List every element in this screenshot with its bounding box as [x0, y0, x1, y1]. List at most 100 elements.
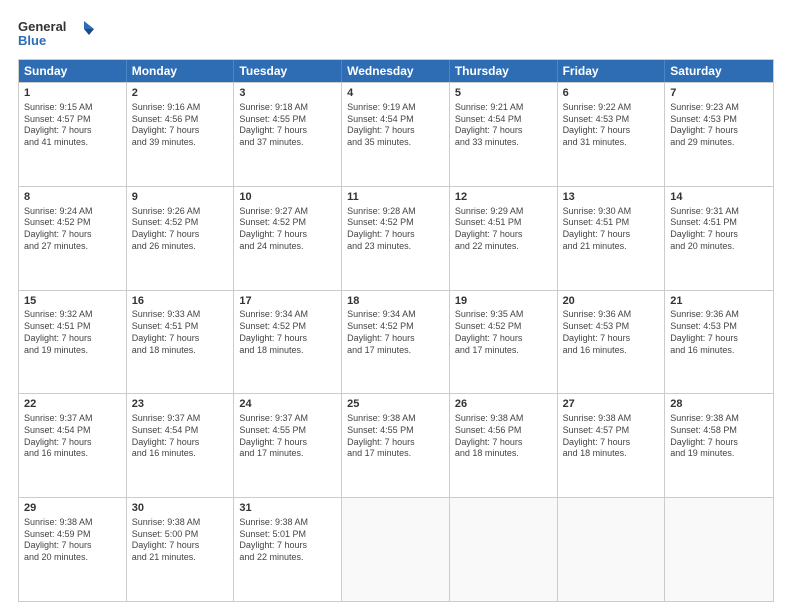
day-info: Sunrise: 9:38 AMSunset: 4:55 PMDaylight:…	[347, 413, 444, 460]
header-day-saturday: Saturday	[665, 60, 773, 82]
calendar-day-3: 3Sunrise: 9:18 AMSunset: 4:55 PMDaylight…	[234, 83, 342, 186]
day-info: Sunrise: 9:38 AMSunset: 4:58 PMDaylight:…	[670, 413, 768, 460]
calendar-week-3: 15Sunrise: 9:32 AMSunset: 4:51 PMDayligh…	[19, 290, 773, 394]
calendar-day-27: 27Sunrise: 9:38 AMSunset: 4:57 PMDayligh…	[558, 394, 666, 497]
calendar-day-10: 10Sunrise: 9:27 AMSunset: 4:52 PMDayligh…	[234, 187, 342, 290]
calendar-week-1: 1Sunrise: 9:15 AMSunset: 4:57 PMDaylight…	[19, 82, 773, 186]
logo-icon: General Blue	[18, 15, 108, 51]
day-info: Sunrise: 9:36 AMSunset: 4:53 PMDaylight:…	[670, 309, 768, 356]
day-number: 13	[563, 190, 660, 205]
day-number: 9	[132, 190, 229, 205]
day-info: Sunrise: 9:28 AMSunset: 4:52 PMDaylight:…	[347, 206, 444, 253]
day-number: 16	[132, 294, 229, 309]
day-number: 15	[24, 294, 121, 309]
day-number: 6	[563, 86, 660, 101]
day-number: 18	[347, 294, 444, 309]
day-info: Sunrise: 9:32 AMSunset: 4:51 PMDaylight:…	[24, 309, 121, 356]
calendar-day-11: 11Sunrise: 9:28 AMSunset: 4:52 PMDayligh…	[342, 187, 450, 290]
calendar-day-13: 13Sunrise: 9:30 AMSunset: 4:51 PMDayligh…	[558, 187, 666, 290]
calendar-day-4: 4Sunrise: 9:19 AMSunset: 4:54 PMDaylight…	[342, 83, 450, 186]
day-number: 26	[455, 397, 552, 412]
header: General Blue	[18, 15, 774, 51]
header-day-monday: Monday	[127, 60, 235, 82]
day-number: 24	[239, 397, 336, 412]
day-number: 3	[239, 86, 336, 101]
day-number: 22	[24, 397, 121, 412]
calendar-day-18: 18Sunrise: 9:34 AMSunset: 4:52 PMDayligh…	[342, 291, 450, 394]
day-number: 17	[239, 294, 336, 309]
calendar-day-28: 28Sunrise: 9:38 AMSunset: 4:58 PMDayligh…	[665, 394, 773, 497]
day-number: 11	[347, 190, 444, 205]
day-info: Sunrise: 9:38 AMSunset: 4:56 PMDaylight:…	[455, 413, 552, 460]
day-info: Sunrise: 9:38 AMSunset: 5:00 PMDaylight:…	[132, 517, 229, 564]
calendar-day-19: 19Sunrise: 9:35 AMSunset: 4:52 PMDayligh…	[450, 291, 558, 394]
calendar-day-7: 7Sunrise: 9:23 AMSunset: 4:53 PMDaylight…	[665, 83, 773, 186]
calendar-day-12: 12Sunrise: 9:29 AMSunset: 4:51 PMDayligh…	[450, 187, 558, 290]
day-number: 20	[563, 294, 660, 309]
day-info: Sunrise: 9:38 AMSunset: 5:01 PMDaylight:…	[239, 517, 336, 564]
header-day-sunday: Sunday	[19, 60, 127, 82]
day-number: 23	[132, 397, 229, 412]
day-info: Sunrise: 9:27 AMSunset: 4:52 PMDaylight:…	[239, 206, 336, 253]
day-number: 5	[455, 86, 552, 101]
day-info: Sunrise: 9:36 AMSunset: 4:53 PMDaylight:…	[563, 309, 660, 356]
day-info: Sunrise: 9:26 AMSunset: 4:52 PMDaylight:…	[132, 206, 229, 253]
day-info: Sunrise: 9:37 AMSunset: 4:54 PMDaylight:…	[132, 413, 229, 460]
day-info: Sunrise: 9:24 AMSunset: 4:52 PMDaylight:…	[24, 206, 121, 253]
calendar: SundayMondayTuesdayWednesdayThursdayFrid…	[18, 59, 774, 602]
day-info: Sunrise: 9:23 AMSunset: 4:53 PMDaylight:…	[670, 102, 768, 149]
day-number: 31	[239, 501, 336, 516]
calendar-day-29: 29Sunrise: 9:38 AMSunset: 4:59 PMDayligh…	[19, 498, 127, 601]
calendar-day-31: 31Sunrise: 9:38 AMSunset: 5:01 PMDayligh…	[234, 498, 342, 601]
day-info: Sunrise: 9:16 AMSunset: 4:56 PMDaylight:…	[132, 102, 229, 149]
day-number: 8	[24, 190, 121, 205]
day-info: Sunrise: 9:35 AMSunset: 4:52 PMDaylight:…	[455, 309, 552, 356]
calendar-day-8: 8Sunrise: 9:24 AMSunset: 4:52 PMDaylight…	[19, 187, 127, 290]
calendar-day-24: 24Sunrise: 9:37 AMSunset: 4:55 PMDayligh…	[234, 394, 342, 497]
calendar-empty-cell	[558, 498, 666, 601]
day-info: Sunrise: 9:29 AMSunset: 4:51 PMDaylight:…	[455, 206, 552, 253]
calendar-day-25: 25Sunrise: 9:38 AMSunset: 4:55 PMDayligh…	[342, 394, 450, 497]
day-number: 30	[132, 501, 229, 516]
day-number: 7	[670, 86, 768, 101]
page: General Blue SundayMondayTuesdayWednesda…	[0, 0, 792, 612]
day-info: Sunrise: 9:37 AMSunset: 4:54 PMDaylight:…	[24, 413, 121, 460]
header-day-thursday: Thursday	[450, 60, 558, 82]
day-info: Sunrise: 9:34 AMSunset: 4:52 PMDaylight:…	[239, 309, 336, 356]
calendar-week-2: 8Sunrise: 9:24 AMSunset: 4:52 PMDaylight…	[19, 186, 773, 290]
svg-text:General: General	[18, 19, 66, 34]
day-info: Sunrise: 9:19 AMSunset: 4:54 PMDaylight:…	[347, 102, 444, 149]
day-number: 14	[670, 190, 768, 205]
day-info: Sunrise: 9:30 AMSunset: 4:51 PMDaylight:…	[563, 206, 660, 253]
svg-text:Blue: Blue	[18, 33, 46, 48]
day-number: 19	[455, 294, 552, 309]
calendar-header-row: SundayMondayTuesdayWednesdayThursdayFrid…	[19, 60, 773, 82]
header-day-friday: Friday	[558, 60, 666, 82]
calendar-week-4: 22Sunrise: 9:37 AMSunset: 4:54 PMDayligh…	[19, 393, 773, 497]
calendar-empty-cell	[342, 498, 450, 601]
calendar-day-17: 17Sunrise: 9:34 AMSunset: 4:52 PMDayligh…	[234, 291, 342, 394]
day-info: Sunrise: 9:21 AMSunset: 4:54 PMDaylight:…	[455, 102, 552, 149]
header-day-tuesday: Tuesday	[234, 60, 342, 82]
calendar-body: 1Sunrise: 9:15 AMSunset: 4:57 PMDaylight…	[19, 82, 773, 601]
day-info: Sunrise: 9:38 AMSunset: 4:59 PMDaylight:…	[24, 517, 121, 564]
calendar-day-6: 6Sunrise: 9:22 AMSunset: 4:53 PMDaylight…	[558, 83, 666, 186]
calendar-day-23: 23Sunrise: 9:37 AMSunset: 4:54 PMDayligh…	[127, 394, 235, 497]
day-number: 28	[670, 397, 768, 412]
day-number: 21	[670, 294, 768, 309]
day-number: 1	[24, 86, 121, 101]
day-info: Sunrise: 9:18 AMSunset: 4:55 PMDaylight:…	[239, 102, 336, 149]
header-day-wednesday: Wednesday	[342, 60, 450, 82]
calendar-day-14: 14Sunrise: 9:31 AMSunset: 4:51 PMDayligh…	[665, 187, 773, 290]
calendar-empty-cell	[665, 498, 773, 601]
day-number: 12	[455, 190, 552, 205]
day-info: Sunrise: 9:33 AMSunset: 4:51 PMDaylight:…	[132, 309, 229, 356]
day-info: Sunrise: 9:31 AMSunset: 4:51 PMDaylight:…	[670, 206, 768, 253]
calendar-day-30: 30Sunrise: 9:38 AMSunset: 5:00 PMDayligh…	[127, 498, 235, 601]
calendar-day-2: 2Sunrise: 9:16 AMSunset: 4:56 PMDaylight…	[127, 83, 235, 186]
calendar-day-15: 15Sunrise: 9:32 AMSunset: 4:51 PMDayligh…	[19, 291, 127, 394]
calendar-day-9: 9Sunrise: 9:26 AMSunset: 4:52 PMDaylight…	[127, 187, 235, 290]
logo: General Blue	[18, 15, 108, 51]
calendar-day-21: 21Sunrise: 9:36 AMSunset: 4:53 PMDayligh…	[665, 291, 773, 394]
day-info: Sunrise: 9:34 AMSunset: 4:52 PMDaylight:…	[347, 309, 444, 356]
